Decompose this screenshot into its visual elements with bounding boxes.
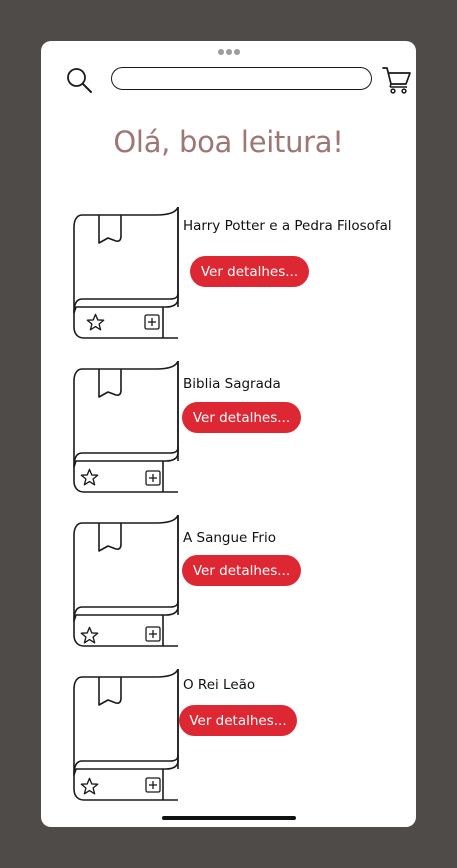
details-button[interactable]: Ver detalhes... — [182, 402, 301, 433]
phone-screen: Olá, boa leitura! Harry Potter e a Pedra… — [41, 41, 416, 827]
search-input[interactable] — [111, 67, 372, 90]
plus-square-icon[interactable] — [144, 314, 160, 330]
star-icon[interactable] — [86, 313, 105, 332]
book-card: O Rei Leão Ver detalhes... — [41, 669, 416, 809]
plus-square-icon[interactable] — [145, 470, 161, 486]
plus-square-icon[interactable] — [145, 626, 161, 642]
plus-square-icon[interactable] — [145, 777, 161, 793]
book-title: A Sangue Frio — [183, 530, 276, 546]
book-card: Biblia Sagrada Ver detalhes... — [41, 361, 416, 501]
book-title: O Rei Leão — [183, 677, 256, 693]
home-indicator — [162, 816, 296, 820]
book-title: Harry Potter e a Pedra Filosofal — [183, 218, 392, 234]
book-card: Harry Potter e a Pedra Filosofal Ver det… — [41, 207, 416, 347]
book-card: A Sangue Frio Ver detalhes... — [41, 515, 416, 655]
star-icon[interactable] — [80, 468, 99, 487]
star-icon[interactable] — [80, 777, 99, 796]
details-button[interactable]: Ver detalhes... — [179, 705, 297, 736]
search-icon[interactable] — [66, 67, 93, 94]
details-button[interactable]: Ver detalhes... — [190, 256, 309, 287]
drag-handle-dots — [218, 49, 240, 55]
cart-icon[interactable] — [382, 66, 412, 94]
book-title: Biblia Sagrada — [183, 376, 281, 392]
details-button[interactable]: Ver detalhes... — [182, 555, 301, 586]
star-icon[interactable] — [80, 626, 99, 645]
greeting-title: Olá, boa leitura! — [113, 125, 344, 159]
